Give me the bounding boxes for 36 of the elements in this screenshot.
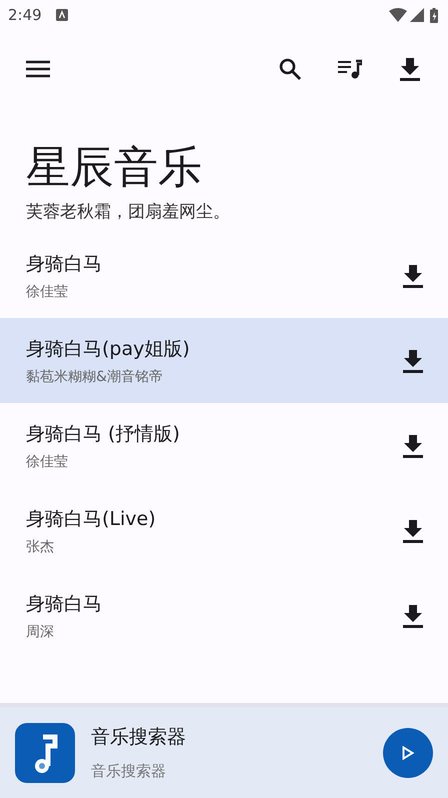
music-note-icon — [15, 722, 75, 782]
song-artist: 徐佳莹 — [26, 452, 69, 470]
download-icon — [402, 434, 424, 458]
download-icon — [399, 57, 421, 81]
song-title: 身骑白马 — [26, 252, 103, 276]
song-row[interactable]: 身骑白马 (抒情版) 徐佳莹 — [0, 403, 448, 488]
song-title: 身骑白马(Live) — [26, 506, 157, 532]
song-artist: 周深 — [26, 622, 55, 640]
song-artist: 徐佳莹 — [26, 282, 69, 300]
download-icon — [402, 518, 424, 542]
song-row[interactable]: 身骑白马(Live) 张杰 — [0, 488, 448, 573]
app-title: 星辰音乐 — [26, 141, 203, 195]
battery-icon — [430, 8, 438, 22]
song-title: 身骑白马(pay姐版) — [26, 336, 191, 362]
song-artist: 黏苞米糊糊&潮音铭帝 — [26, 368, 164, 386]
play-button[interactable] — [383, 728, 433, 778]
download-icon — [402, 604, 424, 628]
play-icon — [402, 746, 414, 760]
song-title: 身骑白马 — [26, 592, 103, 616]
song-title: 身骑白马 (抒情版) — [26, 422, 181, 446]
player-title: 音乐搜索器 — [91, 725, 187, 750]
song-row[interactable]: 身骑白马(pay姐版) 黏苞米糊糊&潮音铭帝 — [0, 318, 448, 403]
playlist-music-icon — [338, 59, 362, 79]
search-icon — [279, 58, 301, 80]
keyboard-notification-icon — [56, 9, 68, 21]
menu-icon — [26, 60, 50, 78]
song-row[interactable]: 身骑白马 周深 — [0, 573, 448, 658]
song-row[interactable]: 身骑白马 徐佳莹 — [0, 233, 448, 318]
status-time: 2:49 — [8, 6, 42, 24]
download-icon — [402, 348, 424, 372]
player-subtitle: 音乐搜索器 — [91, 762, 167, 781]
signal-icon — [410, 8, 424, 22]
wifi-icon — [389, 8, 407, 22]
song-artist: 张杰 — [26, 538, 55, 556]
download-icon — [402, 264, 424, 288]
app-subtitle: 芙蓉老秋霜，团扇羞网尘。 — [26, 201, 231, 223]
